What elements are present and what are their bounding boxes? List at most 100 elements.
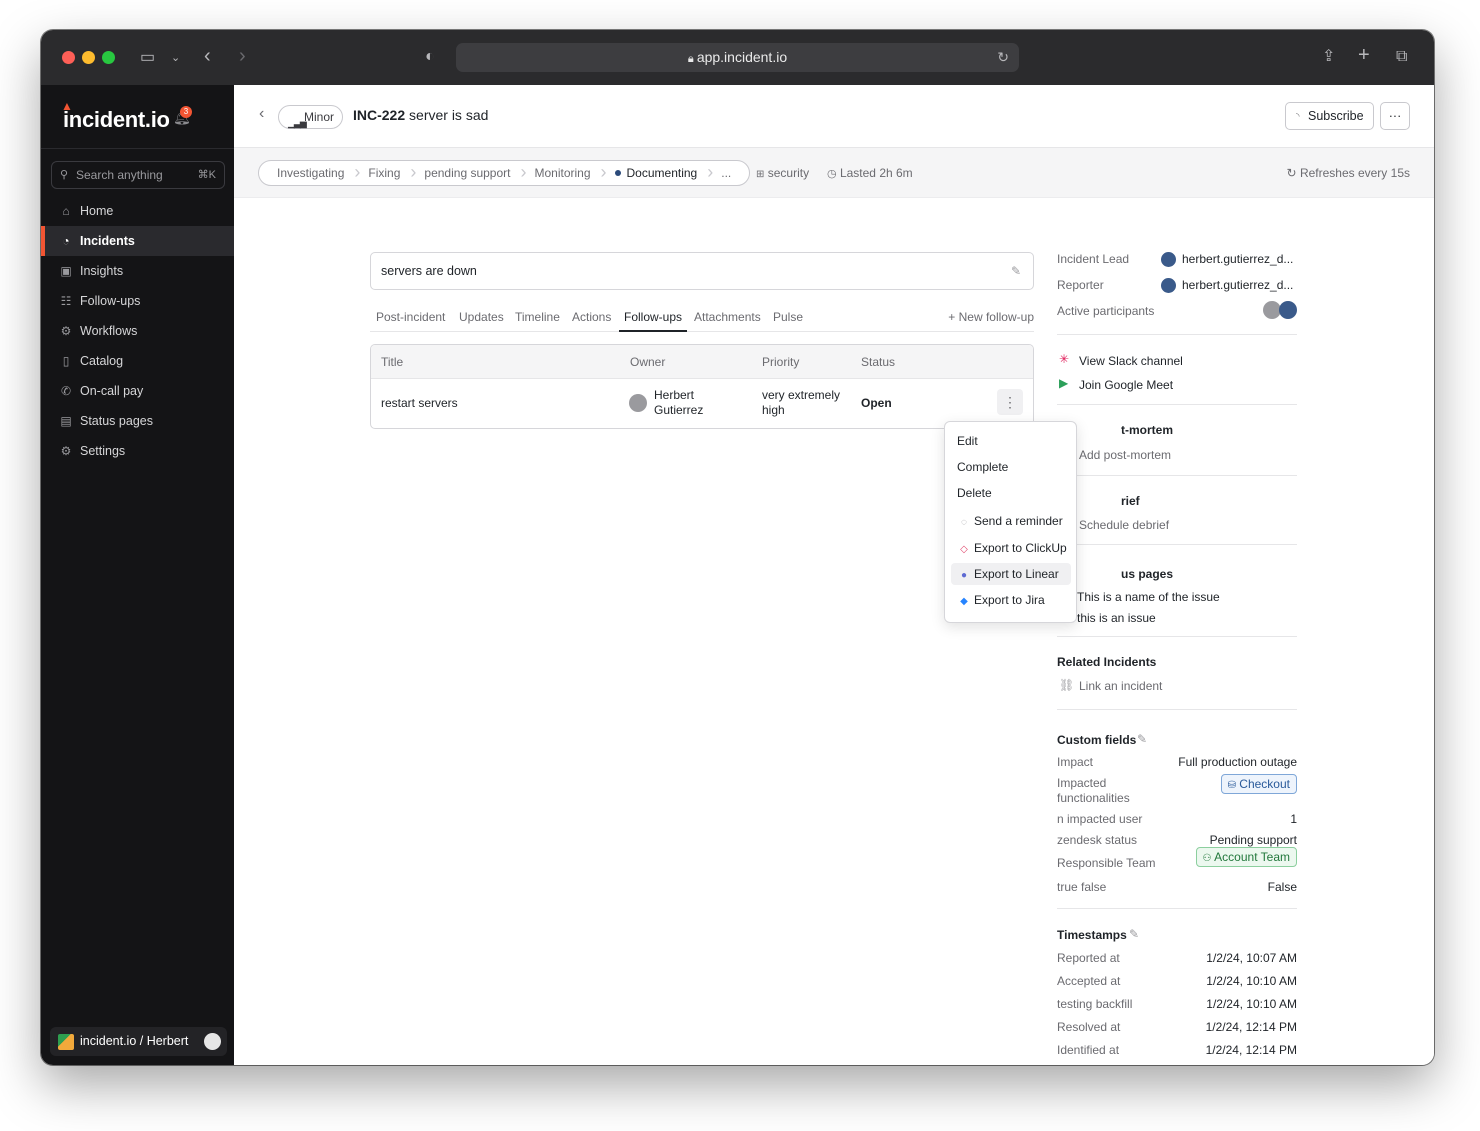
menu-item-label: Complete [957, 460, 1009, 474]
add-post-mortem-link[interactable]: Add post-mortem [1079, 448, 1171, 462]
sidebar-item-home[interactable]: ⌂ Home [41, 196, 234, 226]
zoom-window-button[interactable] [102, 51, 115, 64]
sidebar-item-workflows[interactable]: ⚙︎ Workflows [41, 316, 234, 346]
back-icon[interactable]: ‹ [204, 46, 211, 66]
reload-icon[interactable]: ↻ [997, 43, 1009, 72]
reporter-value[interactable]: herbert.gutierrez_d... [1182, 278, 1293, 292]
participants-label: Active participants [1057, 304, 1155, 318]
status-pages-heading: us pages [1121, 567, 1174, 581]
tab-pulse[interactable]: Pulse [773, 310, 803, 332]
sidebar-item-on-call-pay[interactable]: ✆ On-call pay [41, 376, 234, 406]
incident-type[interactable]: ⊞ security [756, 166, 809, 180]
table-header: Title Owner Priority Status [371, 345, 1033, 379]
menu-item-label: Export to ClickUp [974, 541, 1067, 555]
incident-summary[interactable]: servers are down ✎ [370, 252, 1034, 290]
book-icon: ▯ [62, 354, 70, 368]
duration: ◷ Lasted 2h 6m [827, 166, 913, 180]
tabs-overview-icon[interactable]: ⧉ [1396, 47, 1407, 67]
menu-item-send-reminder[interactable]: ◌ Send a reminder [951, 510, 1071, 532]
more-label: ··· [1388, 109, 1402, 123]
sidebar-item-catalog[interactable]: ▯ Catalog [41, 346, 234, 376]
custom-fields-heading: Custom fields [1057, 733, 1137, 747]
account-team-chip[interactable]: ⚇ Account Team [1195, 847, 1297, 867]
step-monitoring[interactable]: Monitoring [522, 161, 606, 185]
tab-attachments[interactable]: Attachments [694, 310, 761, 332]
minimize-window-button[interactable] [82, 51, 95, 64]
row-actions-button[interactable]: ⋮ [997, 389, 1023, 415]
join-google-meet-link[interactable]: Join Google Meet [1079, 378, 1173, 392]
sidebar-item-settings[interactable]: ⚙ Settings [41, 436, 234, 466]
browser-window: ▭ ⌄ ‹ › ◐ 🔒︎ app.incident.io ↻ ⇪ + ⧉ ▲ i… [41, 30, 1434, 1065]
tab-timeline[interactable]: Timeline [515, 310, 560, 332]
close-window-button[interactable] [62, 51, 75, 64]
post-mortem-heading: t-mortem [1121, 423, 1174, 437]
view-slack-channel-link[interactable]: View Slack channel [1079, 354, 1183, 368]
sidebar-item-follow-ups[interactable]: ☷ Follow-ups [41, 286, 234, 316]
checkout-chip[interactable]: ⛁ Checkout [1220, 774, 1297, 794]
step-pending-support[interactable]: pending support [412, 161, 526, 185]
custom-field-label: zendesk status [1057, 833, 1138, 847]
menu-item-export-jira[interactable]: ◆ Export to Jira [951, 589, 1071, 611]
participant-avatar[interactable] [1279, 301, 1297, 319]
share-icon[interactable]: ⇪ [1322, 47, 1335, 67]
edit-custom-fields-icon[interactable]: ✎ [1137, 732, 1147, 746]
user-avatar[interactable] [204, 1033, 221, 1050]
status-page-item[interactable]: this is an issue [1077, 611, 1156, 625]
menu-item-delete[interactable]: Delete [951, 482, 1071, 504]
tab-follow-ups[interactable]: Follow-ups [619, 310, 688, 332]
sidebar-toggle-icon[interactable]: ▭ [140, 48, 155, 68]
browser-titlebar: ▭ ⌄ ‹ › ◐ 🔒︎ app.incident.io ↻ ⇪ + ⧉ [41, 30, 1434, 85]
subscribe-button[interactable]: ◝ Subscribe [1285, 102, 1374, 130]
forward-icon[interactable]: › [239, 46, 246, 66]
status-bar: Investigating Fixing pending support Mon… [234, 148, 1434, 198]
menu-item-export-clickup[interactable]: ◇ Export to ClickUp [951, 537, 1071, 559]
severity-badge[interactable]: ▁▃▅ Minor [278, 105, 344, 129]
menu-item-export-linear[interactable]: ● Export to Linear [951, 563, 1071, 585]
sidebar-item-status-pages[interactable]: ▤ Status pages [41, 406, 234, 436]
tab-updates[interactable]: Updates [459, 310, 504, 332]
step-documenting[interactable]: Documenting [603, 161, 713, 185]
search-input[interactable]: ⚲ Search anything ⌘K [51, 161, 225, 189]
database-icon: ⛁ [1227, 780, 1236, 791]
new-tab-icon[interactable]: + [1358, 45, 1370, 65]
menu-item-edit[interactable]: Edit [951, 430, 1071, 452]
timestamp-value: 1/2/24, 12:14 PM [1205, 1020, 1297, 1034]
clock-icon: ◷ [827, 168, 837, 180]
account-team-label: Account Team [1214, 850, 1290, 864]
link-an-incident-link[interactable]: Link an incident [1079, 679, 1162, 693]
tab-post-incident[interactable]: Post-incident [376, 310, 445, 332]
edit-timestamps-icon[interactable]: ✎ [1129, 927, 1139, 941]
org-switcher[interactable]: incident.io / Herbert [50, 1027, 227, 1056]
divider [1057, 334, 1297, 335]
incident-name: server is sad [409, 107, 489, 123]
step-fixing[interactable]: Fixing [356, 161, 416, 185]
shield-icon[interactable]: ◐ [425, 47, 435, 67]
status-page-item[interactable]: This is a name of the issue [1077, 590, 1220, 604]
table-row[interactable]: restart servers Herbert Gutierrez very e… [371, 379, 1033, 428]
timestamp-label: Accepted at [1057, 974, 1121, 988]
back-chevron-icon[interactable]: ‹ [259, 105, 264, 123]
schedule-debrief-link[interactable]: Schedule debrief [1079, 518, 1169, 532]
sidebar-item-label: Follow-ups [80, 294, 141, 308]
timestamp-label: Identified at [1057, 1043, 1120, 1057]
new-follow-up-button[interactable]: + New follow-up [948, 310, 1034, 324]
pencil-icon[interactable]: ✎ [1011, 253, 1021, 289]
more-options-button[interactable]: ··· [1380, 102, 1410, 130]
follow-ups-table: Title Owner Priority Status restart serv… [370, 344, 1034, 429]
app-logo[interactable]: incident.io [63, 107, 170, 133]
step-more[interactable]: ... [709, 161, 743, 185]
timestamp-label: Reported at [1057, 951, 1120, 965]
sidebar-item-insights[interactable]: ▣ Insights [41, 256, 234, 286]
chevron-down-icon[interactable]: ⌄ [171, 48, 180, 68]
menu-item-complete[interactable]: Complete [951, 456, 1071, 478]
reporter-avatar [1161, 278, 1176, 293]
custom-field-label: Impact [1057, 755, 1094, 769]
flame-icon: ◔ [62, 234, 70, 248]
tab-actions[interactable]: Actions [572, 310, 611, 332]
sidebar-divider [41, 148, 234, 149]
sidebar-item-incidents[interactable]: ◔ Incidents [41, 226, 234, 256]
address-bar[interactable]: 🔒︎ app.incident.io ↻ [456, 43, 1019, 72]
step-investigating[interactable]: Investigating [265, 161, 361, 185]
custom-field-label: Responsible Team [1057, 856, 1156, 870]
incident-lead-value[interactable]: herbert.gutierrez_d... [1182, 252, 1293, 266]
